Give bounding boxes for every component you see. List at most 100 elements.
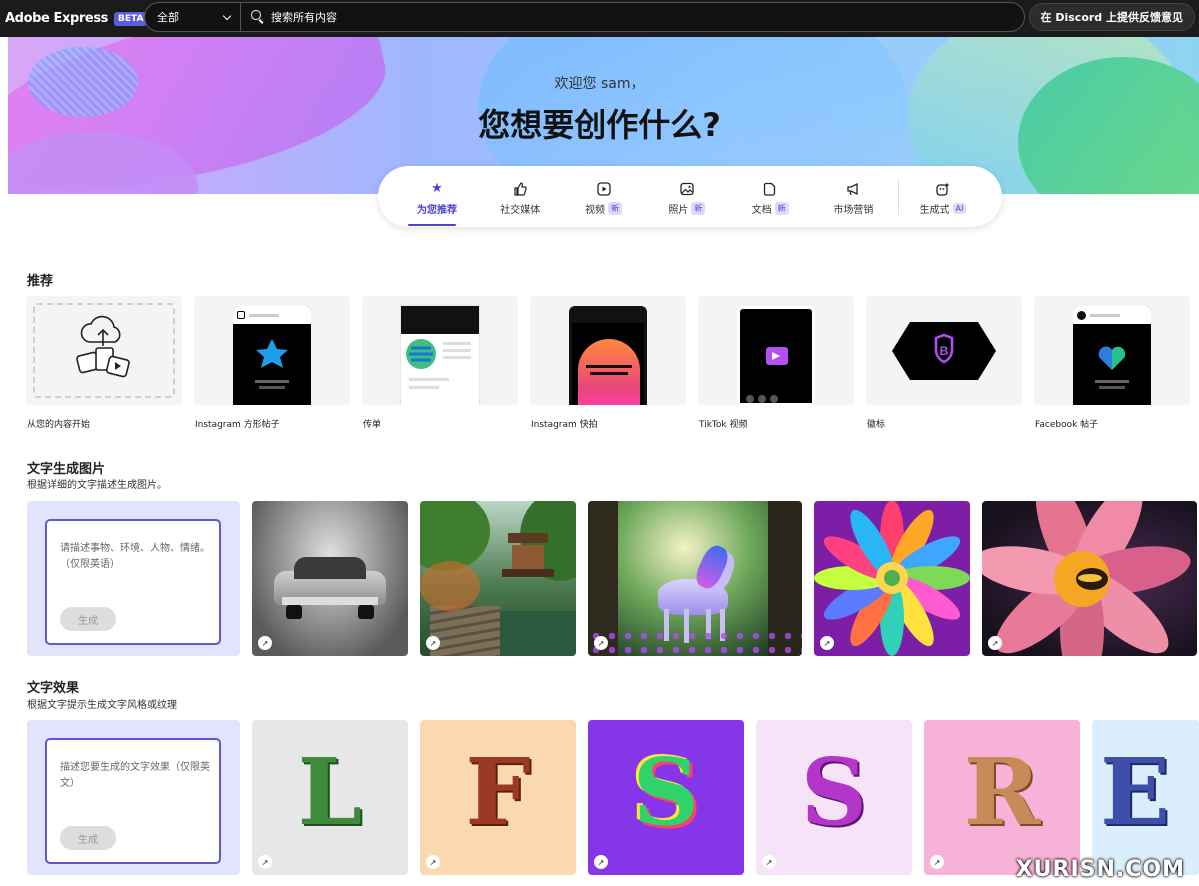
phone-mockup	[233, 306, 311, 405]
prompt-input[interactable]: 请描述事物、环境、人物、情绪。（仅限英语）	[60, 541, 210, 573]
effect-card-R[interactable]: R ↗	[924, 720, 1080, 875]
sparkle-icon	[936, 180, 950, 198]
app-logo[interactable]: Adobe Express	[5, 11, 108, 26]
star-icon: ★	[431, 181, 443, 196]
effect-letter: R	[963, 738, 1041, 846]
wand-icon: ↗	[594, 855, 608, 869]
watermark-text: XURISN.COM	[1015, 857, 1185, 882]
effect-card-S-purple[interactable]: S ↗	[756, 720, 912, 875]
section-subtitle: 根据详细的文字描述生成图片。	[27, 480, 167, 491]
badge-logo-icon: B	[892, 322, 996, 380]
wand-icon: ↗	[258, 855, 272, 869]
svg-text:B: B	[940, 344, 949, 358]
card-tiktok-video[interactable]	[698, 296, 854, 405]
discord-feedback-button[interactable]: 在 Discord 上提供反馈意见	[1028, 3, 1195, 31]
phone-mockup	[569, 306, 647, 405]
prompt-input[interactable]: 描述您要生成的文字效果（仅限英文）	[60, 760, 210, 792]
section-title-text-effects: 文字效果	[27, 681, 80, 696]
page-title: 您想要创作什么?	[478, 106, 721, 144]
card-label: Facebook 帖子	[1035, 420, 1099, 430]
tab-recommended[interactable]: ★ 为您推荐	[398, 178, 476, 226]
card-label: 徽标	[867, 420, 886, 430]
tab-label: 市场营销	[833, 204, 874, 216]
section-subtitle: 根据文字提示生成文字风格或纹理	[27, 700, 177, 711]
instagram-icon	[237, 311, 245, 319]
phone-mockup	[1073, 306, 1151, 405]
card-instagram-story[interactable]	[530, 296, 686, 405]
sample-image-jellybean-flower[interactable]: ↗	[814, 501, 970, 656]
thumbs-up-icon	[513, 180, 527, 198]
prompt-box[interactable]: 请描述事物、环境、人物、情绪。（仅限英语） 生成	[45, 519, 221, 645]
tab-photo[interactable]: 照片新	[648, 178, 726, 216]
tab-document[interactable]: 文档新	[731, 178, 809, 216]
card-label: TikTok 视频	[699, 420, 748, 430]
search-bar[interactable]: 全部 搜索所有内容	[144, 2, 1025, 32]
wand-icon: ↗	[988, 636, 1002, 650]
wand-icon: ↗	[762, 855, 776, 869]
card-label: Instagram 方形帖子	[195, 420, 280, 430]
new-badge: 新	[774, 201, 789, 215]
card-instagram-square[interactable]	[194, 296, 350, 405]
wand-icon: ↗	[594, 636, 608, 650]
search-scope-dropdown[interactable]: 全部	[145, 3, 241, 31]
search-input[interactable]: 搜索所有内容	[271, 9, 337, 25]
effect-letter: S	[632, 738, 700, 846]
search-icon	[251, 10, 265, 24]
top-bar: Adobe Express BETA 全部 搜索所有内容 在 Discord 上…	[0, 0, 1199, 37]
section-title-recommended: 推荐	[27, 274, 54, 289]
wand-icon: ↗	[930, 855, 944, 869]
tab-label: 为您推荐	[417, 204, 457, 216]
tab-label: 文档	[751, 204, 772, 216]
tab-video[interactable]: 视频新	[565, 178, 643, 216]
wand-icon: ↗	[258, 636, 272, 650]
effect-card-E[interactable]: E	[1092, 720, 1199, 875]
effect-card-S-rainbow[interactable]: S ↗	[588, 720, 744, 875]
tab-marketing[interactable]: 市场营销	[814, 178, 892, 216]
sample-image-car[interactable]: ↗	[252, 501, 408, 656]
effect-letter: S	[800, 738, 868, 846]
document-icon	[763, 180, 777, 198]
sample-image-unicorn[interactable]: ↗	[588, 501, 802, 656]
megaphone-icon	[846, 180, 860, 198]
new-badge: 新	[608, 201, 623, 215]
card-flyer[interactable]	[362, 296, 518, 405]
section-title-text-to-image: 文字生成图片	[27, 462, 106, 477]
play-icon	[596, 180, 611, 198]
ai-badge: AI	[952, 202, 967, 214]
wand-icon: ↗	[426, 636, 440, 650]
sample-image-bee-flower[interactable]: ↗	[982, 501, 1197, 656]
text-to-image-panel: 请描述事物、环境、人物、情绪。（仅限英语） 生成	[27, 501, 240, 656]
tab-label: 社交媒体	[500, 204, 541, 216]
tab-label: 生成式	[919, 204, 950, 216]
card-facebook-post[interactable]	[1034, 296, 1190, 405]
card-logo[interactable]: B	[866, 296, 1022, 405]
phone-mockup	[737, 306, 815, 405]
upload-icon	[76, 315, 130, 378]
card-label: 从您的内容开始	[27, 420, 91, 430]
beta-badge: BETA	[114, 11, 148, 26]
effect-card-L[interactable]: L ↗	[252, 720, 408, 875]
generate-button[interactable]: 生成	[60, 826, 116, 850]
card-start-from-content[interactable]	[26, 296, 182, 405]
tab-social-media[interactable]: 社交媒体	[481, 178, 559, 216]
wand-icon: ↗	[820, 636, 834, 650]
effect-card-F[interactable]: F ↗	[420, 720, 576, 875]
category-tabs: ★ 为您推荐 社交媒体 视频新 照片新 文档新 市场营销 生成式 AI	[378, 166, 1002, 227]
effect-letter: L	[297, 738, 363, 846]
wand-icon: ↗	[426, 855, 440, 869]
chevron-down-icon	[222, 11, 232, 20]
search-scope-label: 全部	[157, 11, 179, 24]
photo-icon	[680, 180, 694, 198]
greeting-text: 欢迎您 sam，	[554, 76, 645, 92]
sample-image-pagoda[interactable]: ↗	[420, 501, 576, 656]
new-badge: 新	[691, 201, 706, 215]
generate-button[interactable]: 生成	[60, 607, 116, 631]
prompt-box[interactable]: 描述您要生成的文字效果（仅限英文） 生成	[45, 738, 221, 864]
tab-label: 照片	[668, 204, 689, 216]
tab-divider	[897, 178, 899, 215]
facebook-icon	[1077, 310, 1086, 320]
tab-generative-ai[interactable]: 生成式 AI	[904, 178, 982, 216]
text-effects-panel: 描述您要生成的文字效果（仅限英文） 生成	[27, 720, 240, 875]
card-label: 传单	[363, 420, 382, 430]
tab-label: 视频	[585, 204, 606, 216]
